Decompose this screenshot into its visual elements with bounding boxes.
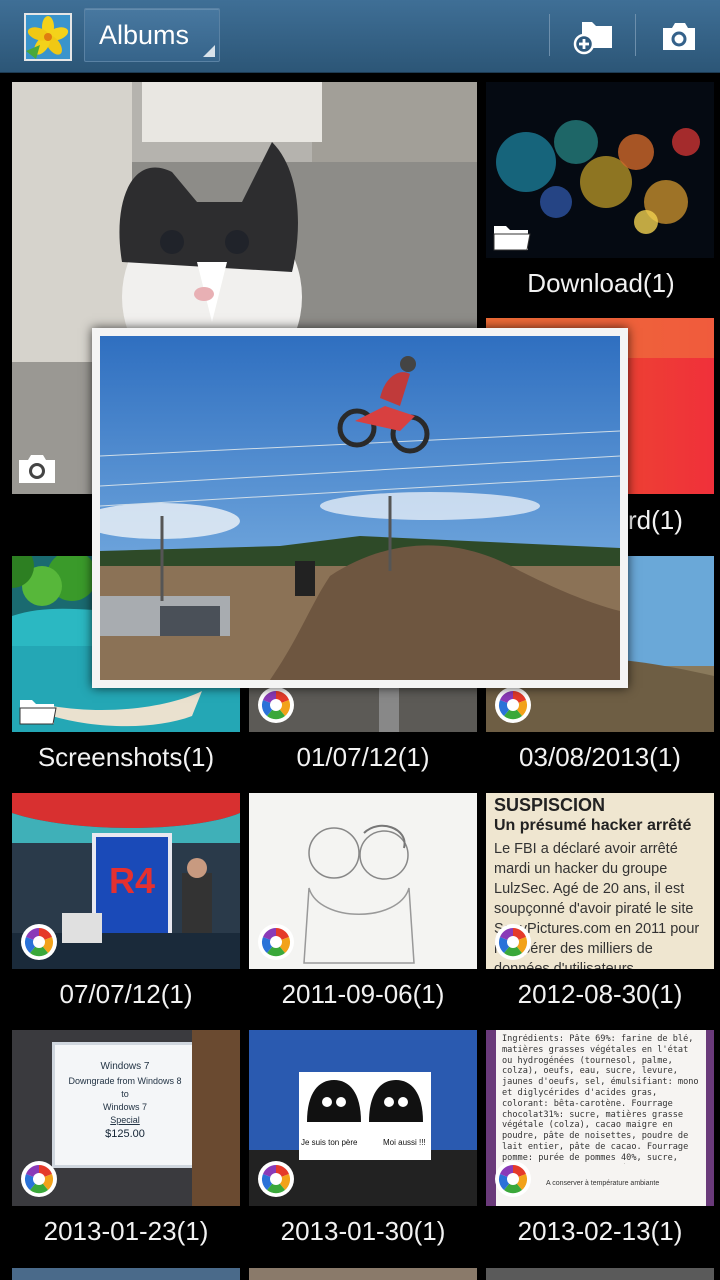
album-tile-2013-01-23[interactable]: Windows 7 Downgrade from Windows 8 to Wi… [12, 1030, 240, 1206]
album-tile-next[interactable] [486, 1268, 714, 1280]
album-tile-07-07-12[interactable]: R4 [12, 793, 240, 969]
album-caption: 01/07/12(1) [296, 742, 430, 772]
album-caption: 2012-08-30(1) [517, 979, 683, 1009]
album-tile-2013-01-30[interactable]: Je suis ton père Moi aussi !!! [249, 1030, 477, 1206]
folder-icon [493, 226, 531, 251]
camera-album-icon [19, 455, 55, 483]
preview-image [100, 336, 620, 680]
ingredients-text: Ingrédients: Pâte 69%: farine de blé, ma… [502, 1034, 699, 1164]
windows-sign: Windows 7 Downgrade from Windows 8 to Wi… [52, 1042, 198, 1168]
album-tile-2011-09-06[interactable] [249, 793, 477, 969]
album-caption: 2013-01-23(1) [43, 1216, 209, 1246]
vader-helmet-icon [307, 1080, 423, 1122]
sign-title: Windows 7 [100, 1061, 150, 1072]
album-caption: 03/08/2013(1) [519, 742, 681, 772]
package-edge [706, 1030, 714, 1206]
album-tile-2012-08-30[interactable]: SUSPISCION Un présumé hacker arrêté Le F… [486, 793, 714, 969]
picasa-icon [495, 1161, 531, 1197]
picasa-icon [21, 1161, 57, 1197]
album-caption: rd(1) [628, 505, 683, 535]
sign-line: Windows 7 [102, 1102, 147, 1112]
album-tile-2013-02-13[interactable]: Ingrédients: Pâte 69%: farine de blé, ma… [486, 1030, 714, 1206]
album-tile-download[interactable] [486, 82, 714, 258]
album-caption: Download(1) [527, 268, 675, 298]
door-frame [192, 1030, 240, 1206]
picasa-icon [495, 924, 531, 960]
poster-brand: R4 [109, 860, 155, 901]
album-caption: 07/07/12(1) [59, 979, 193, 1009]
sign-line: to [121, 1089, 129, 1099]
dropdown-corner-icon [203, 45, 215, 57]
album-caption: 2013-02-13(1) [517, 1216, 683, 1246]
album-tile-next[interactable] [12, 1268, 240, 1280]
toolbar-divider [635, 14, 636, 56]
newspaper-subhead: Un présumé hacker arrêté [494, 817, 692, 834]
picasa-icon [495, 687, 531, 723]
gallery-app-icon[interactable] [24, 13, 72, 61]
folder-icon [19, 700, 57, 725]
picasa-icon [258, 1161, 294, 1197]
sign-price: $125.00 [105, 1128, 145, 1140]
poster-text-right: Moi aussi !!! [383, 1138, 426, 1147]
album-tile-next[interactable] [249, 1268, 477, 1280]
album-caption: Screenshots(1) [37, 742, 215, 772]
album-caption: 2011-09-06(1) [281, 979, 445, 1009]
storage-text: A conserver à température ambiante [546, 1180, 660, 1187]
poster-text-left: Je suis ton père [301, 1138, 358, 1147]
picasa-icon [258, 687, 294, 723]
sign-line: Downgrade from Windows 8 [68, 1076, 182, 1086]
album-caption: 2013-01-30(1) [280, 1216, 446, 1246]
picasa-icon [258, 924, 294, 960]
sign-special: Special [110, 1115, 140, 1125]
vader-poster: Je suis ton père Moi aussi !!! [299, 1072, 431, 1160]
picasa-icon [21, 924, 57, 960]
newspaper-headline: SUSPISCION [494, 795, 606, 815]
action-bar: Albums [0, 0, 720, 73]
albums-dropdown-label: Albums [99, 20, 190, 50]
camera-icon [663, 23, 695, 50]
photo-preview-popup[interactable] [92, 328, 628, 688]
new-folder-icon [573, 22, 612, 55]
albums-dropdown[interactable]: Albums [84, 8, 220, 62]
toolbar-divider [549, 14, 550, 56]
new-album-button[interactable] [570, 14, 618, 58]
camera-button[interactable] [655, 14, 703, 58]
